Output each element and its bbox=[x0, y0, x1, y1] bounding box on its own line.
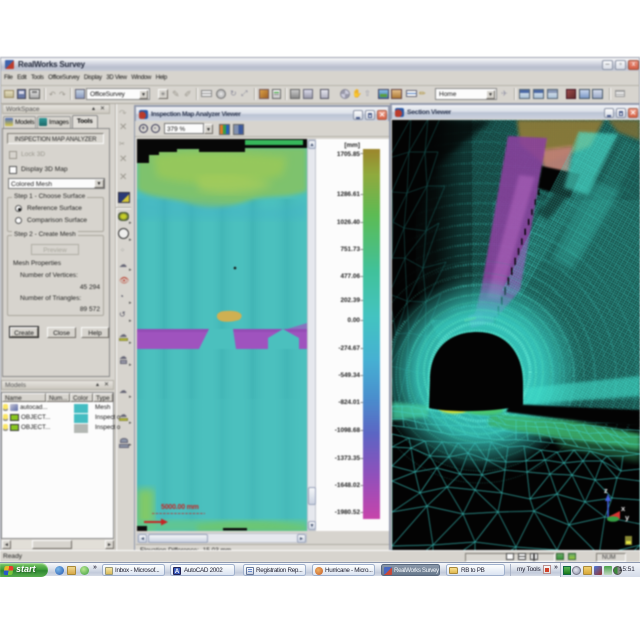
svg-text:1026.40: 1026.40 bbox=[337, 219, 361, 226]
svg-text:0.00: 0.00 bbox=[348, 317, 361, 324]
svg-text:477.06: 477.06 bbox=[340, 273, 360, 280]
svg-text:-1648.02: -1648.02 bbox=[335, 482, 361, 489]
svg-text:-1980.52: -1980.52 bbox=[335, 509, 361, 516]
svg-text:751.73: 751.73 bbox=[340, 246, 360, 253]
svg-text:-1098.68: -1098.68 bbox=[335, 427, 361, 434]
svg-text:-274.67: -274.67 bbox=[338, 345, 360, 352]
svg-text:[mm]: [mm] bbox=[344, 142, 360, 149]
svg-text:1286.61: 1286.61 bbox=[337, 191, 361, 198]
svg-text:-824.01: -824.01 bbox=[338, 399, 360, 406]
svg-text:1705.85: 1705.85 bbox=[337, 151, 361, 158]
svg-text:z: z bbox=[604, 486, 608, 495]
svg-text:-549.34: -549.34 bbox=[338, 372, 360, 379]
svg-text:202.39: 202.39 bbox=[340, 297, 360, 304]
svg-text:5000.00 mm: 5000.00 mm bbox=[161, 504, 199, 511]
svg-text:-1373.35: -1373.35 bbox=[335, 455, 361, 462]
